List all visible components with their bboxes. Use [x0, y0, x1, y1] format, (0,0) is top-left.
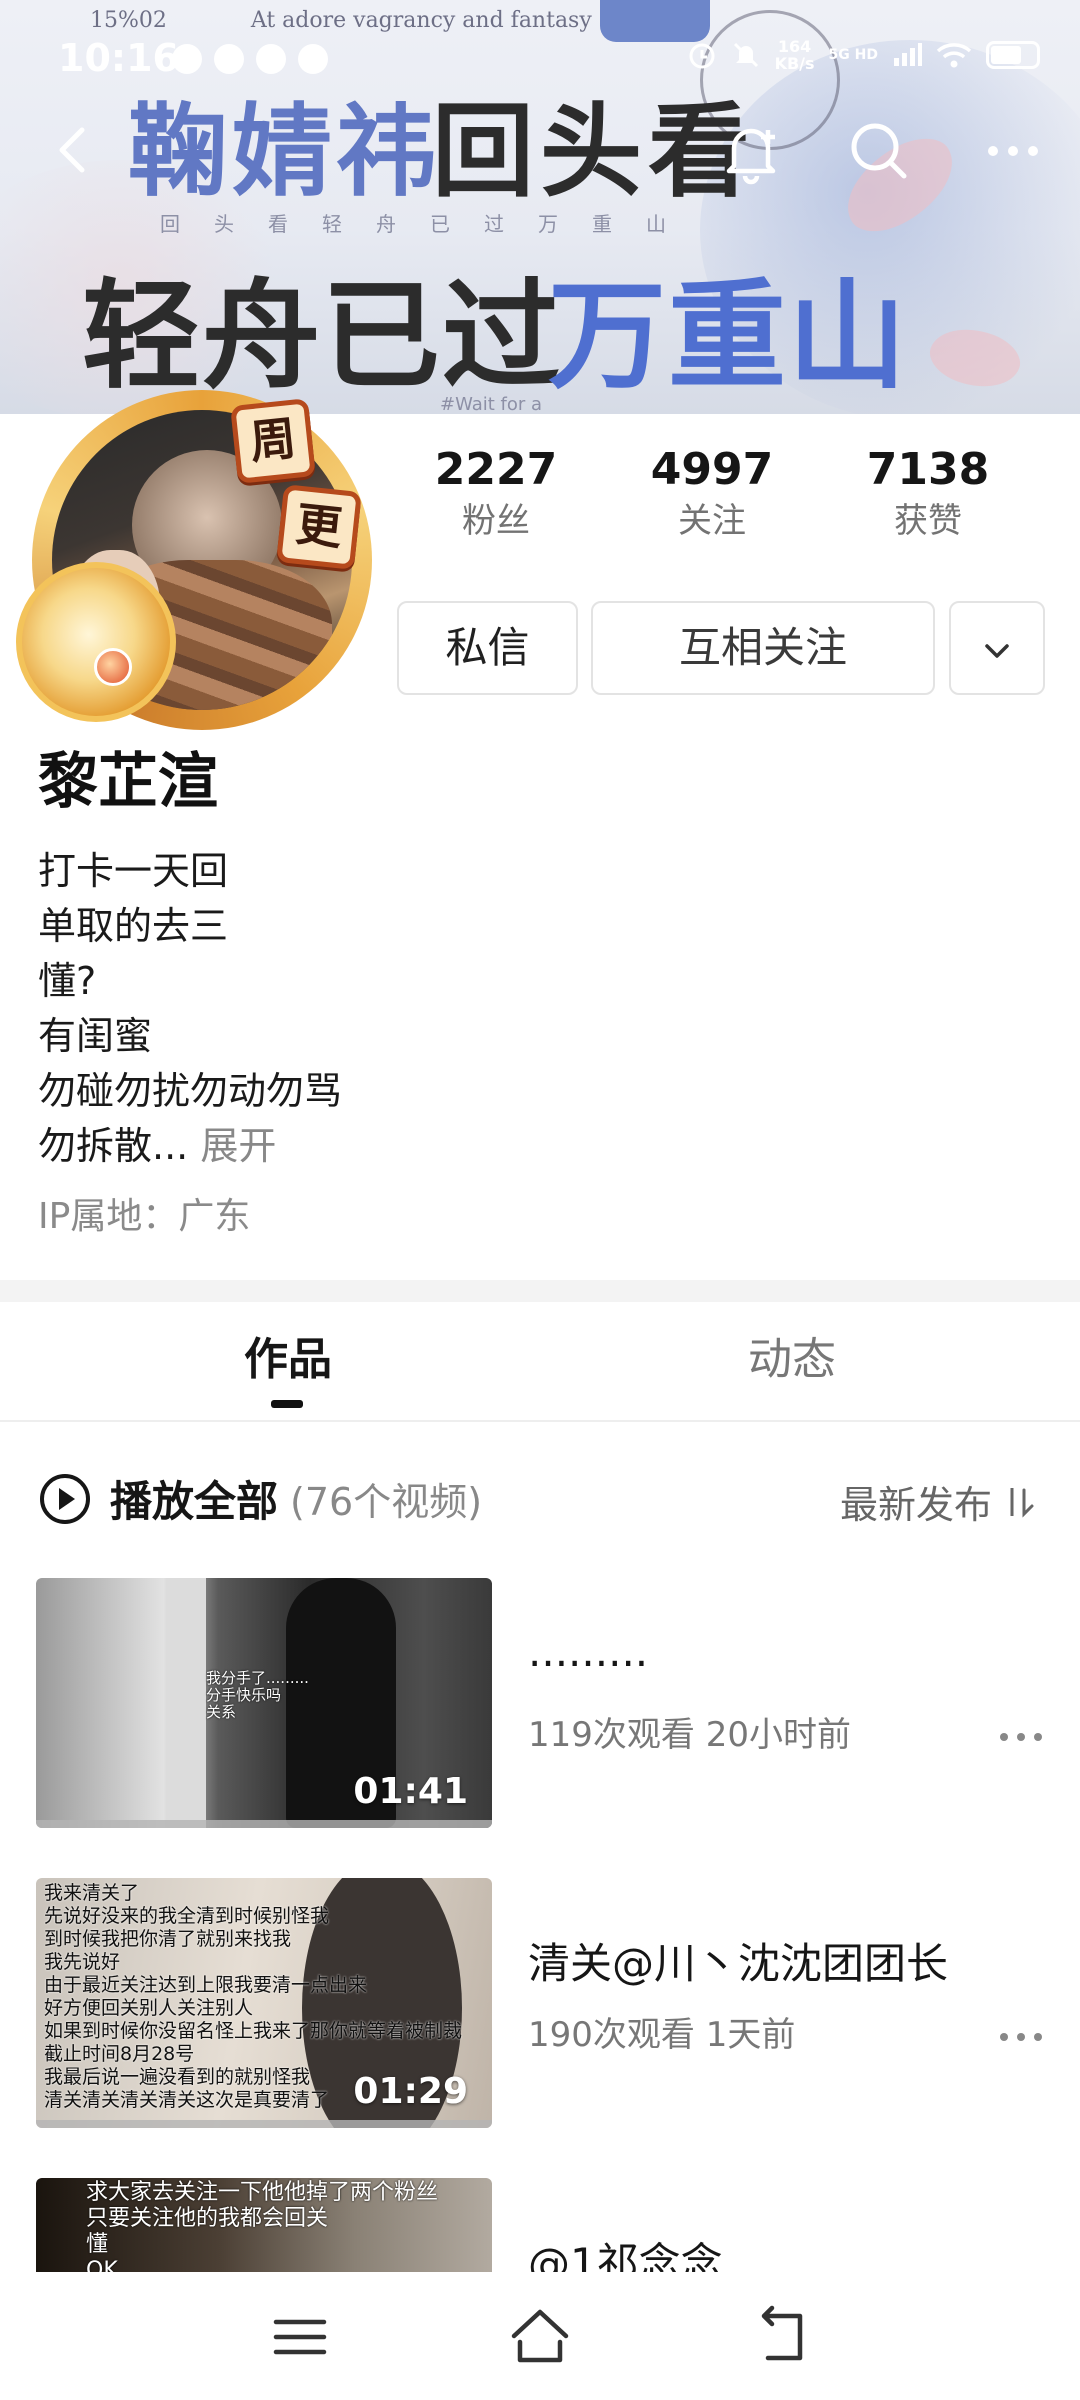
ip-location: IP属地：广东 [38, 1196, 251, 1237]
thumb-caption: 我分手了......... 分手快乐吗 关系 [206, 1669, 309, 1721]
video-progress [36, 1820, 492, 1828]
alarm-icon [689, 43, 715, 69]
bio-line-last: 勿拆散... 展开 [38, 1119, 342, 1174]
more-options-icon[interactable] [996, 2022, 1046, 2052]
expand-link[interactable]: 展开 [200, 1124, 276, 1168]
back-icon[interactable] [44, 120, 104, 180]
video-progress [36, 2120, 492, 2128]
mutual-follow-button[interactable]: 互相关注 [591, 601, 935, 695]
wifi-icon [936, 43, 972, 68]
bell-plus-icon[interactable] [716, 116, 786, 186]
sort-button[interactable]: 最新发布 [840, 1474, 1038, 1529]
signal-icon [894, 43, 922, 66]
play-all-button[interactable]: 播放全部 (76个视频) [38, 1468, 482, 1529]
banner-subline: 回头看轻舟已过万重山 [160, 212, 700, 236]
chevron-down-icon [985, 644, 1009, 658]
status-right: 164 KB/s 5G HD [687, 38, 1040, 72]
more-actions-button[interactable] [949, 601, 1045, 695]
thumb-door [166, 1578, 206, 1828]
more-icon[interactable] [978, 116, 1048, 186]
video-thumbnail[interactable]: 我来清关了 先说好没来的我全清到时候别怪我 到时候我把你清了就别来找我 我先说好… [36, 1878, 492, 2128]
tab-divider [0, 1420, 1080, 1422]
banner-bottom-text: #Wait for a [440, 394, 543, 414]
section-divider [0, 1280, 1080, 1302]
system-nav-bar [0, 2272, 1080, 2400]
wechat-notification-icon [256, 44, 286, 74]
medal-icon [16, 562, 176, 722]
video-thumbnail[interactable]: 我分手了......... 分手快乐吗 关系 01:41 [36, 1578, 492, 1828]
tab-works[interactable]: 作品 [244, 1330, 332, 1390]
bio-line: 勿碰勿扰勿动勿骂 [38, 1069, 343, 1113]
mute-icon [733, 42, 758, 68]
stat-value: 2227 [434, 444, 558, 495]
profile-stats: 2227 粉丝 4997 关注 7138 获赞 [388, 444, 1060, 546]
chat-notification-icon [298, 44, 328, 74]
menu-icon[interactable] [270, 2312, 330, 2362]
avatar-tag-bottom: 更 [276, 484, 362, 570]
notification-icons [172, 44, 328, 74]
video-meta: 119次观看 20小时前 [528, 1715, 851, 1755]
bio-line: 懂? [38, 959, 97, 1003]
network-speed: 164 KB/s [774, 37, 815, 73]
video-count: (76个视频) [290, 1480, 483, 1524]
sort-icon [1010, 1487, 1034, 1518]
video-duration: 01:29 [353, 2071, 468, 2112]
stat-label: 关注 [678, 501, 746, 541]
video-title[interactable]: 清关@川丶沈沈团团长 [528, 1936, 948, 1992]
avatar-tag-top: 周 [230, 398, 316, 484]
tab-moments[interactable]: 动态 [748, 1330, 836, 1390]
sort-label: 最新发布 [839, 1483, 992, 1527]
medal-dot [94, 648, 132, 686]
message-notification-icon [214, 44, 244, 74]
stat-likes[interactable]: 7138 获赞 [820, 444, 1036, 546]
home-icon[interactable] [506, 2302, 574, 2370]
battery-icon [986, 41, 1040, 69]
profile-bio: 打卡一天回 单取的去三 懂? 有闺蜜 勿碰勿扰勿动勿骂 勿拆散... 展开 [38, 844, 342, 1174]
bio-line: 有闺蜜 [38, 1014, 153, 1058]
banner-line2-accent: 万重山 [548, 266, 909, 405]
network-type: 5G HD [828, 47, 878, 63]
video-duration: 01:41 [353, 1771, 468, 1812]
video-title[interactable]: ········· [528, 1636, 648, 1692]
video-meta: 190次观看 1天前 [528, 2015, 796, 2055]
more-options-icon[interactable] [996, 1722, 1046, 1752]
search-icon[interactable] [844, 116, 914, 186]
tab-active-indicator [271, 1400, 303, 1408]
video-thumbnail[interactable]: 求大家去关注一下他他掉了两个粉丝 只要关注他的我都会回关 懂 OK [36, 2178, 492, 2278]
status-time: 10:16 [58, 36, 179, 80]
stat-followers[interactable]: 2227 粉丝 [388, 444, 604, 546]
bio-line: 打卡一天回 [38, 849, 229, 893]
thumb-caption: 求大家去关注一下他他掉了两个粉丝 只要关注他的我都会回关 懂 OK [86, 2180, 439, 2278]
bio-line: 单取的去三 [38, 904, 229, 948]
stat-following[interactable]: 4997 关注 [604, 444, 820, 546]
profile-name: 黎芷渲 [38, 747, 218, 817]
stat-value: 7138 [866, 444, 990, 495]
status-bar: 10:16 164 KB/s 5G HD [0, 0, 1080, 120]
back-nav-icon[interactable] [748, 2302, 816, 2370]
play-all-label: 播放全部 [110, 1477, 279, 1526]
stat-value: 4997 [650, 444, 774, 495]
play-circle-icon [40, 1473, 90, 1524]
bio-line: 勿拆散... [38, 1124, 189, 1168]
app-notification-icon [172, 44, 202, 74]
stat-label: 粉丝 [462, 501, 530, 541]
message-button[interactable]: 私信 [397, 601, 578, 695]
stat-label: 获赞 [894, 501, 962, 541]
